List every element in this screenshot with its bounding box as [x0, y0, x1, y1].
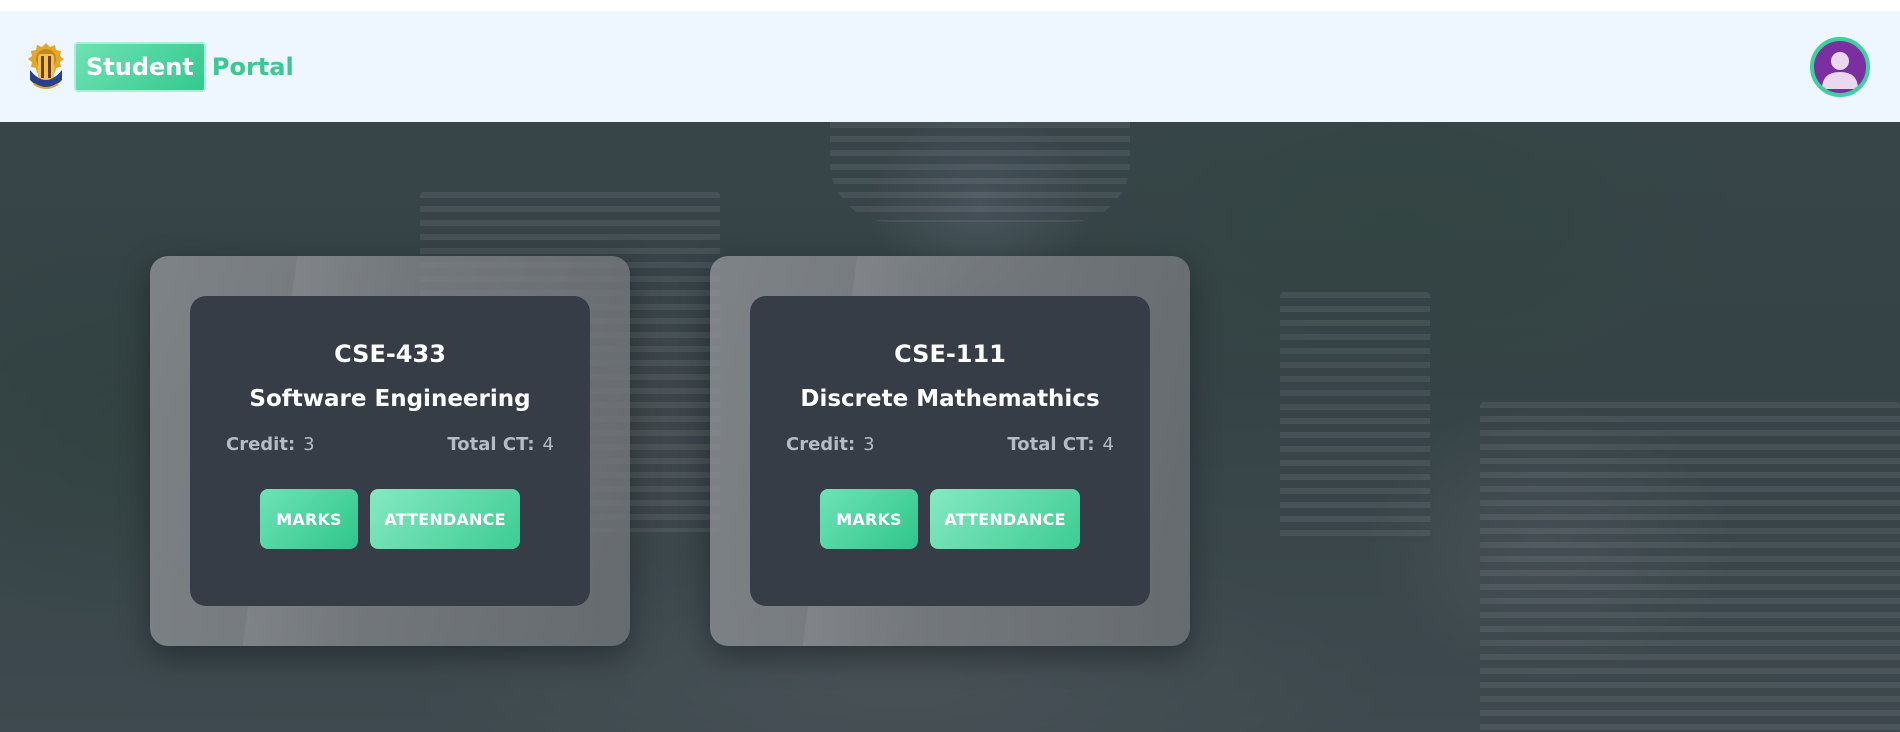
hero-background: CSE-433 Software Engineering Credit: 3 To…: [0, 122, 1900, 732]
navbar: Student Portal: [0, 11, 1900, 122]
total-ct-label: Total CT:: [1007, 434, 1095, 455]
course-actions: MARKS ATTENDANCE: [226, 489, 554, 549]
credit-value: 3: [863, 434, 875, 455]
course-card: CSE-111 Discrete Mathemathics Credit: 3 T…: [710, 256, 1190, 646]
course-code: CSE-433: [334, 340, 446, 368]
total-ct-label: Total CT:: [447, 434, 535, 455]
course-name: Discrete Mathemathics: [800, 386, 1100, 412]
total-ct-value: 4: [542, 434, 554, 455]
user-avatar-icon[interactable]: [1810, 36, 1870, 97]
credit-value: 3: [303, 434, 315, 455]
brand-portal-label: Portal: [211, 52, 294, 81]
credit-label: Credit:: [786, 434, 856, 455]
credit-info: Credit: 3: [786, 434, 875, 455]
course-card-body: CSE-111 Discrete Mathemathics Credit: 3 T…: [750, 296, 1150, 606]
ct-info: Total CT: 4: [447, 434, 554, 455]
brand[interactable]: Student Portal: [24, 39, 294, 95]
ct-info: Total CT: 4: [1007, 434, 1114, 455]
course-meta: Credit: 3 Total CT: 4: [786, 434, 1114, 455]
marks-button[interactable]: MARKS: [820, 489, 918, 549]
course-meta: Credit: 3 Total CT: 4: [226, 434, 554, 455]
credit-info: Credit: 3: [226, 434, 315, 455]
total-ct-value: 4: [1102, 434, 1114, 455]
course-card: CSE-433 Software Engineering Credit: 3 To…: [150, 256, 630, 646]
attendance-button[interactable]: ATTENDANCE: [370, 489, 520, 549]
brand-student-label: Student: [74, 41, 206, 92]
course-actions: MARKS ATTENDANCE: [786, 489, 1114, 549]
course-name: Software Engineering: [249, 386, 531, 412]
top-strip: [0, 0, 1900, 11]
university-crest-icon: [24, 39, 68, 95]
course-card-body: CSE-433 Software Engineering Credit: 3 To…: [190, 296, 590, 606]
marks-button[interactable]: MARKS: [260, 489, 358, 549]
attendance-button[interactable]: ATTENDANCE: [930, 489, 1080, 549]
credit-label: Credit:: [226, 434, 296, 455]
course-code: CSE-111: [894, 340, 1006, 368]
